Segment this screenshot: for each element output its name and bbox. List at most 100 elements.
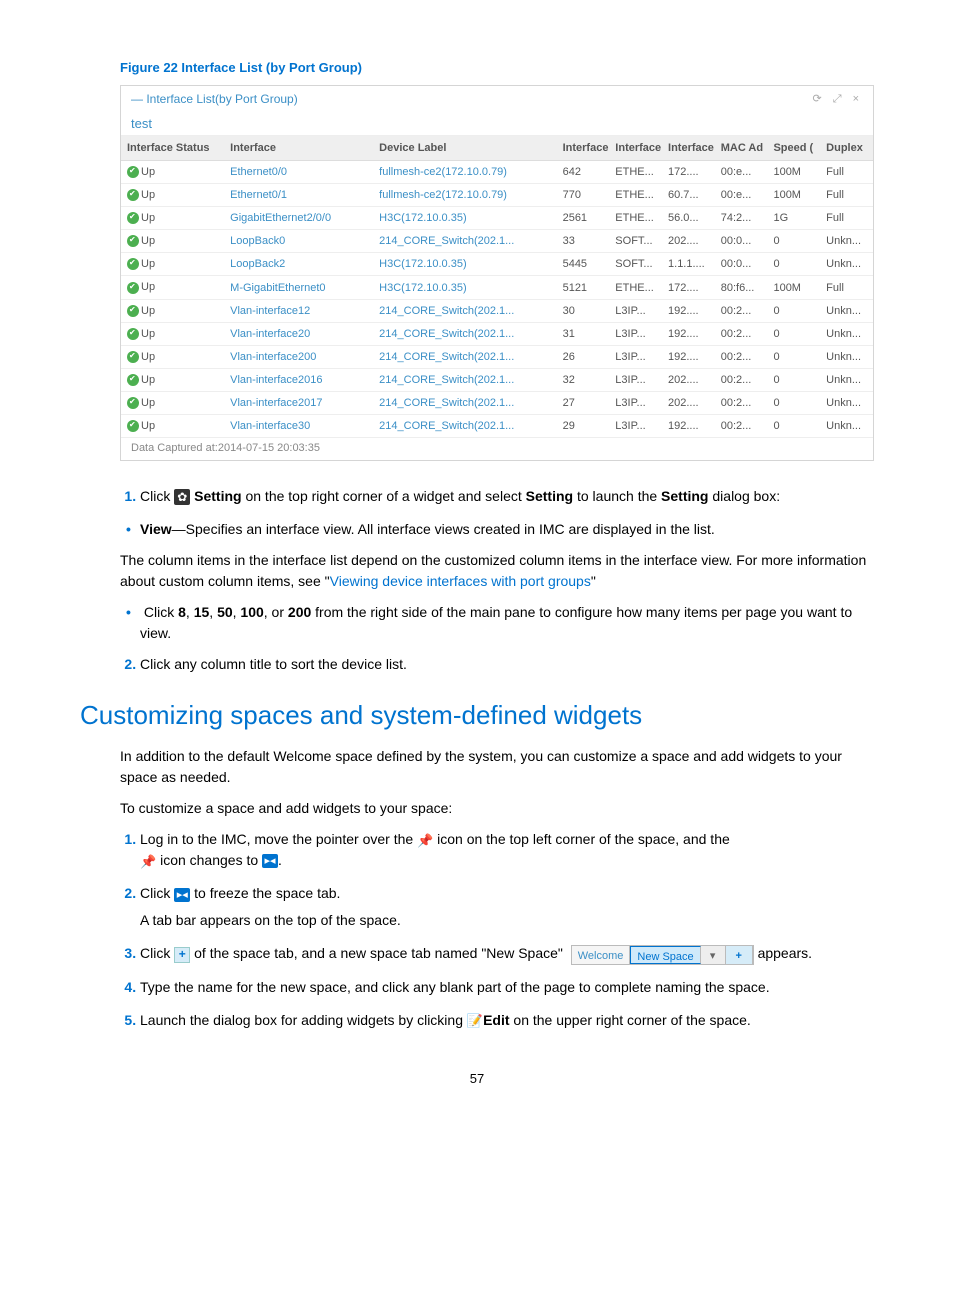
cell-c6: Unkn... — [820, 415, 873, 438]
view-bullet-list: View—Specifies an interface view. All in… — [80, 519, 874, 540]
cell-device-label[interactable]: 214_CORE_Switch(202.1... — [373, 299, 556, 322]
status-up-icon — [127, 258, 139, 270]
th-label[interactable]: Device Label — [373, 136, 556, 161]
table-row: UpLoopBack2H3C(172.10.0.35)5445SOFT...1.… — [121, 253, 873, 276]
cell-device-label[interactable]: H3C(172.10.0.35) — [373, 253, 556, 276]
cell-c6: Unkn... — [820, 368, 873, 391]
cell-c4: 00:2... — [715, 391, 768, 414]
cell-c2: L3IP... — [609, 322, 662, 345]
th-c1[interactable]: Interface — [557, 136, 610, 161]
cell-device-label[interactable]: 214_CORE_Switch(202.1... — [373, 230, 556, 253]
cell-device-label[interactable]: 214_CORE_Switch(202.1... — [373, 368, 556, 391]
cell-status: Up — [121, 207, 224, 230]
cell-c5: 100M — [767, 276, 820, 299]
section-heading: Customizing spaces and system-defined wi… — [80, 700, 874, 731]
cell-interface[interactable]: Vlan-interface2017 — [224, 391, 373, 414]
th-c6[interactable]: Duplex — [820, 136, 873, 161]
cell-c3: 60.7... — [662, 184, 715, 207]
cstep-5: Launch the dialog box for adding widgets… — [140, 1010, 874, 1031]
cell-c5: 0 — [767, 391, 820, 414]
th-interface[interactable]: Interface — [224, 136, 373, 161]
cell-device-label[interactable]: H3C(172.10.0.35) — [373, 276, 556, 299]
cell-status: Up — [121, 345, 224, 368]
bullet-view: View—Specifies an interface view. All in… — [140, 519, 874, 540]
edit-icon: 📝 — [467, 1011, 483, 1031]
th-c2[interactable]: Interface — [609, 136, 662, 161]
cell-c4: 00:2... — [715, 299, 768, 322]
paging-bullet-list: Click 8, 15, 50, 100, or 200 from the ri… — [80, 602, 874, 644]
bullet-paging: Click 8, 15, 50, 100, or 200 from the ri… — [140, 602, 874, 644]
cell-status: Up — [121, 391, 224, 414]
cell-c5: 1G — [767, 207, 820, 230]
cell-device-label[interactable]: H3C(172.10.0.35) — [373, 207, 556, 230]
figure-caption: Figure 22 Interface List (by Port Group) — [120, 60, 874, 75]
th-c4[interactable]: MAC Ad — [715, 136, 768, 161]
cell-interface[interactable]: LoopBack2 — [224, 253, 373, 276]
cell-c2: ETHE... — [609, 207, 662, 230]
cell-interface[interactable]: Ethernet0/0 — [224, 161, 373, 184]
cell-c4: 00:e... — [715, 184, 768, 207]
cell-interface[interactable]: Vlan-interface2016 — [224, 368, 373, 391]
tab-example-image: Welcome New Space ▾ + — [571, 945, 754, 965]
pin-icon: 📌 — [417, 831, 433, 851]
cell-interface[interactable]: LoopBack0 — [224, 230, 373, 253]
cell-c1: 642 — [557, 161, 610, 184]
cell-c6: Full — [820, 184, 873, 207]
th-c5[interactable]: Speed ( — [767, 136, 820, 161]
cell-interface[interactable]: GigabitEthernet2/0/0 — [224, 207, 373, 230]
status-up-icon — [127, 397, 139, 409]
cell-interface[interactable]: Ethernet0/1 — [224, 184, 373, 207]
custom-lead: To customize a space and add widgets to … — [120, 798, 874, 819]
cell-c1: 26 — [557, 345, 610, 368]
cell-c1: 32 — [557, 368, 610, 391]
cell-c6: Unkn... — [820, 391, 873, 414]
link-port-groups[interactable]: Viewing device interfaces with port grou… — [330, 573, 591, 589]
cell-c1: 5121 — [557, 276, 610, 299]
cell-c6: Full — [820, 161, 873, 184]
table-row: UpGigabitEthernet2/0/0H3C(172.10.0.35)25… — [121, 207, 873, 230]
cell-c5: 0 — [767, 345, 820, 368]
cell-c3: 56.0... — [662, 207, 715, 230]
interface-table: Interface Status Interface Device Label … — [121, 136, 873, 438]
cell-c4: 00:0... — [715, 230, 768, 253]
cell-status: Up — [121, 253, 224, 276]
page-number: 57 — [80, 1071, 874, 1086]
th-c3[interactable]: Interface — [662, 136, 715, 161]
cell-device-label[interactable]: 214_CORE_Switch(202.1... — [373, 322, 556, 345]
cell-interface[interactable]: Vlan-interface20 — [224, 322, 373, 345]
cell-interface[interactable]: Vlan-interface30 — [224, 415, 373, 438]
cell-c3: 192.... — [662, 299, 715, 322]
tab-newspace: New Space — [630, 946, 700, 964]
cell-device-label[interactable]: 214_CORE_Switch(202.1... — [373, 391, 556, 414]
cell-interface[interactable]: M-GigabitEthernet0 — [224, 276, 373, 299]
cell-c3: 192.... — [662, 345, 715, 368]
cell-device-label[interactable]: fullmesh-ce2(172.10.0.79) — [373, 161, 556, 184]
status-up-icon — [127, 189, 139, 201]
widget-action-icons[interactable]: ⟳ ⤢ × — [812, 92, 863, 106]
table-row: UpVlan-interface200214_CORE_Switch(202.1… — [121, 345, 873, 368]
cell-c2: ETHE... — [609, 161, 662, 184]
cell-c2: L3IP... — [609, 391, 662, 414]
pin-box-icon: ▸◂ — [262, 854, 278, 868]
cell-device-label[interactable]: 214_CORE_Switch(202.1... — [373, 345, 556, 368]
cstep-4: Type the name for the new space, and cli… — [140, 977, 874, 998]
cell-device-label[interactable]: fullmesh-ce2(172.10.0.79) — [373, 184, 556, 207]
cell-status: Up — [121, 230, 224, 253]
table-header-row[interactable]: Interface Status Interface Device Label … — [121, 136, 873, 161]
cell-c3: 192.... — [662, 322, 715, 345]
cell-c2: L3IP... — [609, 368, 662, 391]
instructions-list-1: Click ✿ Setting on the top right corner … — [80, 486, 874, 507]
cell-interface[interactable]: Vlan-interface12 — [224, 299, 373, 322]
cell-device-label[interactable]: 214_CORE_Switch(202.1... — [373, 415, 556, 438]
pin-icon-2: 📌 — [140, 852, 156, 872]
cell-c4: 00:0... — [715, 253, 768, 276]
cell-interface[interactable]: Vlan-interface200 — [224, 345, 373, 368]
th-status[interactable]: Interface Status — [121, 136, 224, 161]
cell-c1: 27 — [557, 391, 610, 414]
tab-welcome: Welcome — [572, 946, 631, 964]
cell-c6: Unkn... — [820, 299, 873, 322]
status-up-icon — [127, 305, 139, 317]
cell-c5: 0 — [767, 368, 820, 391]
cell-c2: SOFT... — [609, 230, 662, 253]
cell-c3: 1.1.1.... — [662, 253, 715, 276]
